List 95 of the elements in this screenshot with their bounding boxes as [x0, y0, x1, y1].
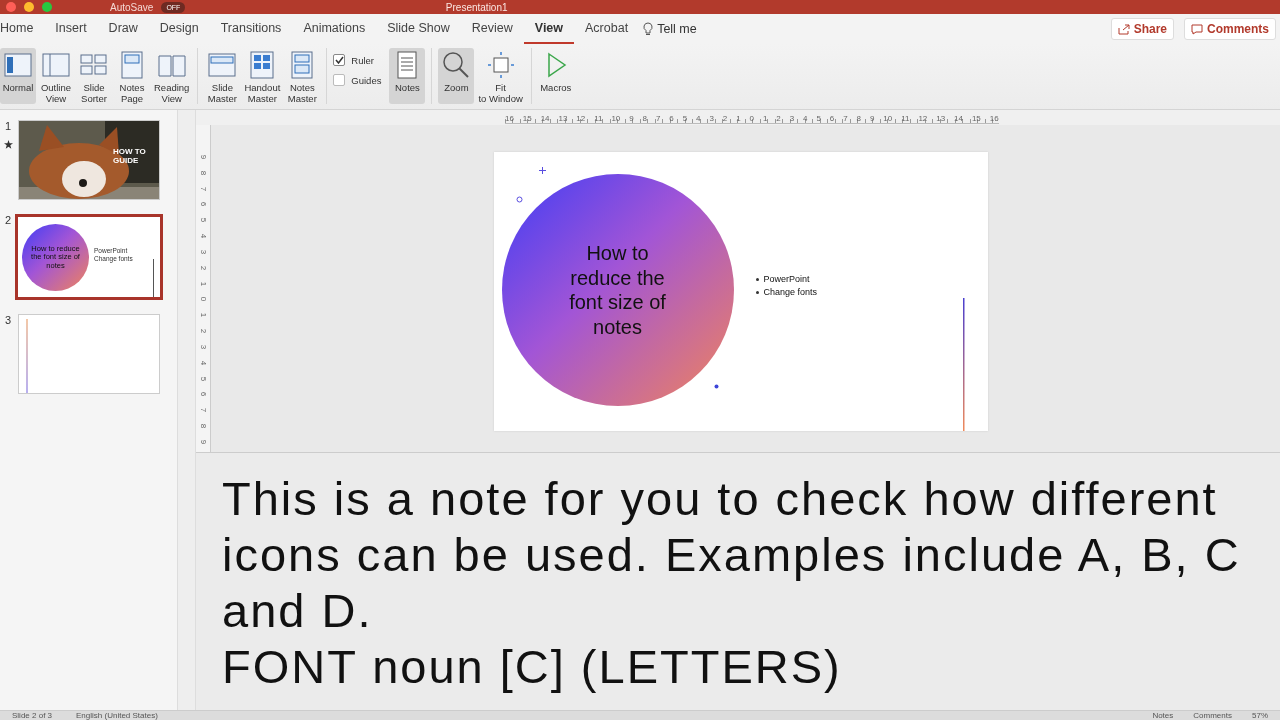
share-button[interactable]: Share	[1110, 18, 1174, 40]
ruler-number: 6	[669, 114, 674, 123]
ruler-number: 2	[722, 114, 728, 123]
ruler-number: 8	[199, 170, 207, 176]
ruler-number: 3	[789, 114, 795, 123]
note-text[interactable]: This is a note for you to check how different icons can be used. Examples include A, B, C and D.	[222, 471, 1270, 639]
checkbox-option[interactable]: Ruler	[333, 54, 382, 66]
ruler-number: 6	[829, 114, 835, 123]
ruler-number: 7	[199, 408, 207, 413]
ruler-number: 7	[843, 114, 848, 123]
ribbon-button[interactable]: Slide Sorter	[76, 48, 112, 104]
ribbon-tab[interactable]: Acrobat	[574, 14, 640, 44]
ruler-number: 7	[655, 114, 661, 123]
ruler-number: 15	[971, 114, 981, 123]
ribbon-tab[interactable]: Draw	[97, 14, 149, 44]
ruler-number: 5	[682, 114, 688, 123]
note-text[interactable]: FONT noun [C] (LETTERS)	[222, 639, 1270, 695]
ruler-number: 6	[199, 392, 207, 397]
ruler-number: 3	[199, 344, 207, 350]
ruler-number: 16	[505, 114, 514, 123]
ruler-number: 5	[199, 218, 207, 223]
ruler-number: 4	[803, 114, 808, 123]
ruler-number: 9	[199, 439, 207, 445]
ruler-number: 11	[901, 114, 910, 123]
ruler-number: 1	[199, 281, 207, 286]
tell-me-field[interactable]: Tell me	[657, 22, 697, 36]
autosave-label: AutoSave	[110, 1, 154, 13]
slide-number: 2	[4, 214, 12, 226]
ribbon-tab[interactable]: Slide Show	[376, 14, 461, 44]
ribbon-button[interactable]: Notes Page	[114, 48, 150, 104]
checkbox-option[interactable]: Guides	[333, 74, 382, 86]
slide-number: 3	[4, 314, 12, 326]
slide-thumbnail[interactable]: HOW TO GUIDE	[18, 120, 160, 200]
ribbon-tab[interactable]: Transitions	[209, 14, 293, 44]
zoom-level[interactable]: 57%	[1252, 711, 1268, 720]
ruler-number: 13	[936, 114, 946, 123]
ruler-number: 8	[642, 114, 648, 123]
ribbon-button[interactable]: Reading View	[152, 48, 192, 104]
ruler-number: 4	[199, 360, 207, 365]
ruler-number: 8	[199, 423, 207, 429]
ribbon-button[interactable]: Notes Master	[284, 48, 321, 104]
ruler-number: 9	[629, 114, 634, 123]
slide-bullet: Change fonts	[763, 287, 818, 297]
ribbon-button[interactable]: Zoom	[438, 48, 475, 104]
ribbon-tab[interactable]: Animations	[292, 14, 377, 44]
ruler-number: 2	[776, 114, 781, 123]
ruler-number: 8	[856, 114, 862, 123]
ruler-number: 9	[199, 154, 207, 160]
ruler-number: 14	[954, 114, 963, 123]
ribbon-button[interactable]: Normal	[0, 48, 36, 104]
ruler-number: 11	[594, 114, 603, 123]
slide-title: How to reduce the font size of notes	[568, 241, 667, 339]
ribbon-button[interactable]: Slide Master	[204, 48, 241, 104]
ruler-number: 0	[749, 114, 755, 123]
slide-bullet: PowerPoint	[763, 274, 810, 284]
ruler-number: 13	[558, 114, 568, 123]
window-title: Presentation1	[445, 1, 508, 13]
ruler-number: 7	[199, 186, 207, 191]
notes-toggle[interactable]: Notes	[1152, 711, 1174, 720]
ruler-number: 3	[199, 249, 207, 255]
ruler-number: 1	[762, 114, 768, 123]
comments-toggle[interactable]: Comments	[1193, 711, 1232, 720]
ruler-number: 9	[869, 114, 875, 123]
ruler-number: 16	[989, 114, 999, 123]
ribbon-button[interactable]: Notes	[389, 48, 426, 104]
ruler-number: 1	[199, 313, 207, 318]
ruler-number: 2	[199, 265, 207, 270]
ruler-number: 2	[199, 328, 207, 334]
ruler-number: 12	[576, 114, 586, 123]
ruler-number: 15	[522, 114, 532, 123]
ruler-number: 14	[540, 114, 550, 123]
ribbon-button[interactable]: Outline View	[38, 48, 74, 104]
ruler-number: 4	[696, 114, 701, 123]
ruler-number: 6	[199, 202, 207, 207]
ruler-number: 10	[883, 114, 893, 123]
ruler-number: 5	[199, 376, 207, 381]
ribbon-tab[interactable]: Design	[148, 14, 210, 44]
ruler-number: 12	[918, 114, 928, 123]
ruler-number: 0	[199, 297, 207, 302]
ribbon-button[interactable]: Fit to Window	[476, 48, 525, 104]
ruler-number: 5	[816, 114, 821, 123]
language-label[interactable]: English (United States)	[76, 711, 158, 720]
ribbon-button[interactable]: Macros	[537, 48, 574, 104]
ruler-number: 4	[199, 233, 207, 239]
ruler-number: 10	[611, 114, 621, 123]
slide-caption: HOW TO GUIDE	[113, 147, 147, 165]
ribbon-tab[interactable]: Home	[0, 14, 45, 44]
ribbon-tab[interactable]: Insert	[44, 14, 98, 44]
ribbon-button[interactable]: Handout Master	[242, 48, 283, 104]
ruler-number: 3	[709, 114, 714, 123]
ruler-number: 1	[736, 114, 741, 123]
slide-indicator: Slide 2 of 3	[12, 711, 53, 720]
comments-button[interactable]: Comments	[1184, 18, 1276, 40]
slide-number: 1	[4, 120, 12, 132]
ribbon-tab[interactable]: Review	[460, 14, 524, 44]
